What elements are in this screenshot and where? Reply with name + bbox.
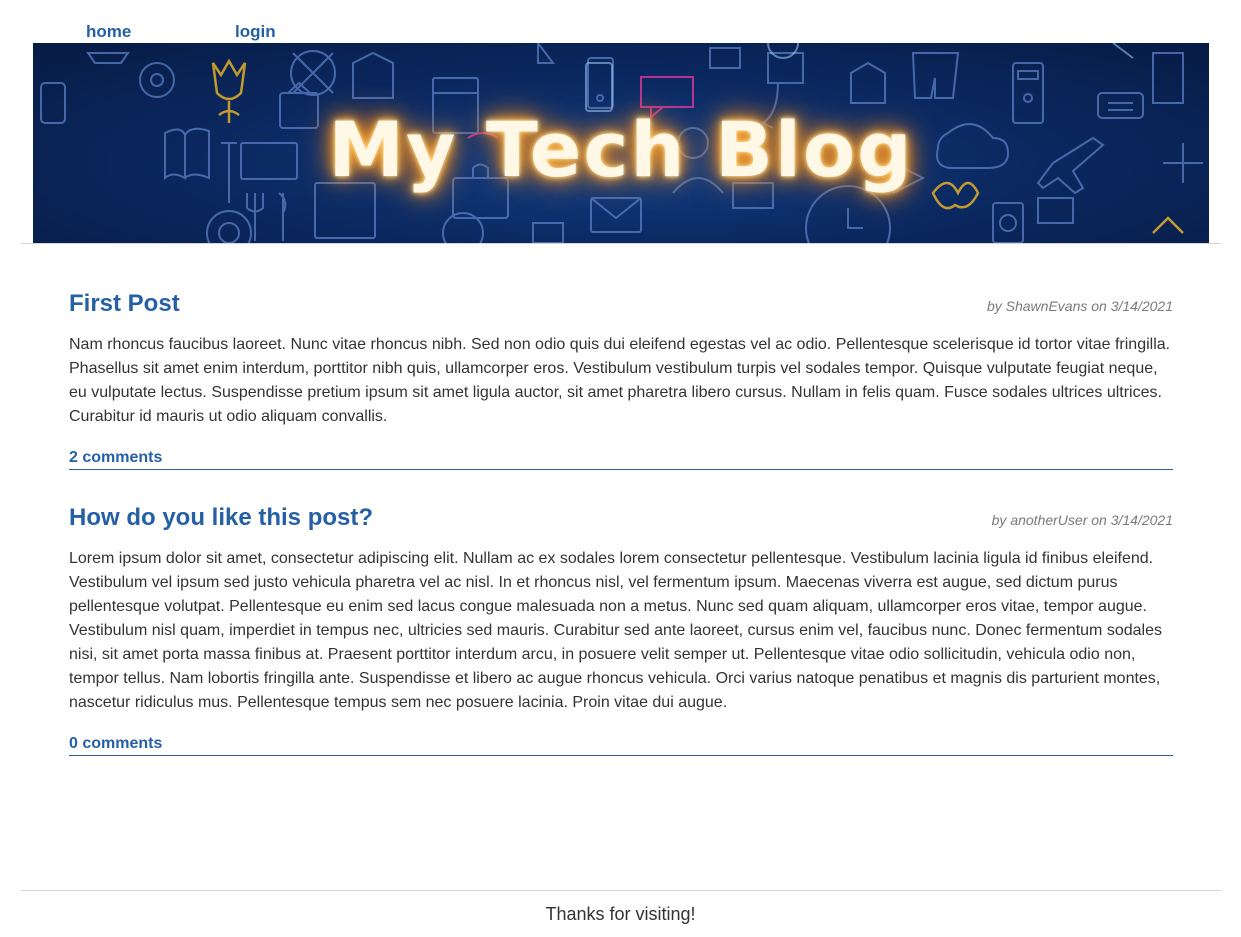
header-divider	[21, 243, 1221, 244]
post-card: First Post by ShawnEvans on 3/14/2021 Na…	[69, 290, 1173, 470]
post-body: Nam rhoncus faucibus laoreet. Nunc vitae…	[69, 336, 1171, 425]
post-body: Lorem ipsum dolor sit amet, consectetur …	[69, 550, 1162, 711]
post-card: How do you like this post? by anotherUse…	[69, 504, 1173, 756]
top-nav: home login	[0, 22, 1241, 44]
footer-text: Thanks for visiting!	[545, 904, 696, 924]
header-banner: My Tech Blog	[33, 43, 1209, 243]
post-title[interactable]: First Post	[69, 290, 180, 318]
footer-divider	[21, 890, 1221, 891]
post-meta: by anotherUser on 3/14/2021	[991, 512, 1173, 528]
nav-login-link[interactable]: login	[235, 22, 276, 42]
comments-link[interactable]: 2 comments	[69, 449, 162, 467]
post-meta: by ShawnEvans on 3/14/2021	[986, 298, 1173, 314]
banner-title: My Tech Blog	[328, 105, 914, 194]
comments-link[interactable]: 0 comments	[69, 735, 162, 753]
post-title[interactable]: How do you like this post?	[69, 504, 373, 532]
nav-home-link[interactable]: home	[86, 22, 131, 42]
